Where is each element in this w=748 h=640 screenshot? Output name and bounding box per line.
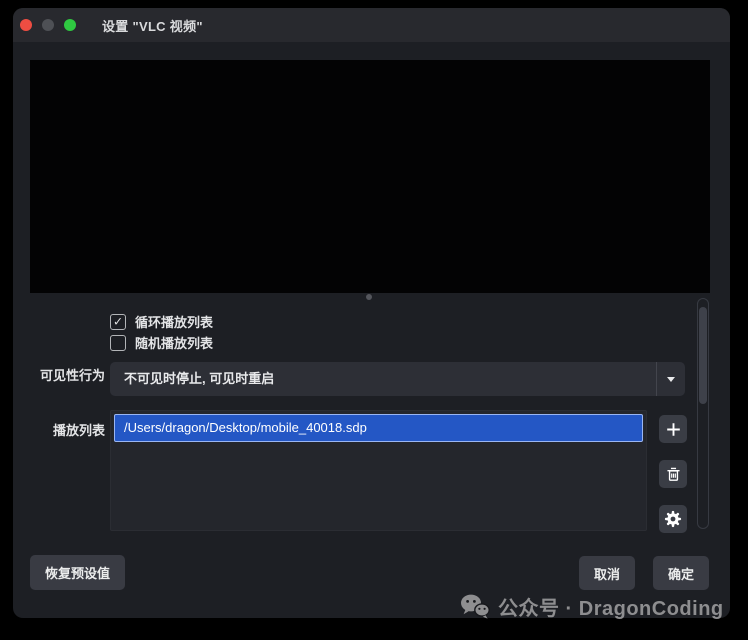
vlc-source-properties-dialog: 设置 "VLC 视频" ✓ 循环播放列表 ✓ 随机播放列表 可见性行为 不可见时… xyxy=(13,8,730,618)
window-title: 设置 "VLC 视频" xyxy=(102,18,203,34)
trash-icon xyxy=(666,467,680,481)
checkmark-icon: ✓ xyxy=(112,314,124,328)
playlist-list[interactable]: /Users/dragon/Desktop/mobile_40018.sdp xyxy=(110,410,647,531)
add-button[interactable] xyxy=(659,415,687,443)
loop-playlist-label: 循环播放列表 xyxy=(135,315,214,330)
zoom-button[interactable] xyxy=(64,19,76,31)
shuffle-playlist-checkbox[interactable]: ✓ xyxy=(110,334,126,351)
shuffle-playlist-label: 随机播放列表 xyxy=(135,336,214,351)
video-preview xyxy=(30,60,710,293)
ok-button[interactable]: 确定 xyxy=(653,556,710,590)
visibility-behavior-label: 可见性行为 xyxy=(39,368,105,383)
gear-icon xyxy=(664,510,682,528)
wechat-icon xyxy=(461,594,490,619)
plus-icon xyxy=(666,422,680,436)
cancel-button[interactable]: 取消 xyxy=(579,556,636,590)
shuffle-playlist-checkbox-row[interactable]: ✓ 随机播放列表 xyxy=(110,333,213,352)
visibility-behavior-select[interactable]: 不可见时停止, 可见时重启 xyxy=(110,362,685,396)
playlist-label: 播放列表 xyxy=(52,423,105,438)
titlebar[interactable]: 设置 "VLC 视频" xyxy=(13,8,730,42)
watermark-text: 公众号 · DragonCoding xyxy=(498,598,724,620)
scrollbar-track[interactable] xyxy=(697,298,709,529)
chevron-down-icon xyxy=(667,376,675,382)
loop-playlist-checkbox[interactable]: ✓ xyxy=(110,313,126,330)
remove-button[interactable] xyxy=(659,460,687,488)
visibility-selected-option: 不可见时停止, 可见时重启 xyxy=(124,371,275,386)
defaults-button[interactable]: 恢复预设值 xyxy=(30,555,126,590)
minimize-button[interactable] xyxy=(42,19,54,31)
close-button[interactable] xyxy=(20,19,32,31)
configure-button[interactable] xyxy=(659,505,687,533)
watermark: 公众号 · DragonCoding xyxy=(460,592,724,621)
playlist-item-selected[interactable]: /Users/dragon/Desktop/mobile_40018.sdp xyxy=(114,414,643,442)
splitter-handle[interactable] xyxy=(366,294,372,300)
dropdown-arrow-zone[interactable] xyxy=(656,362,685,396)
scrollbar-thumb[interactable] xyxy=(699,307,707,404)
loop-playlist-checkbox-row[interactable]: ✓ 循环播放列表 xyxy=(110,312,213,331)
